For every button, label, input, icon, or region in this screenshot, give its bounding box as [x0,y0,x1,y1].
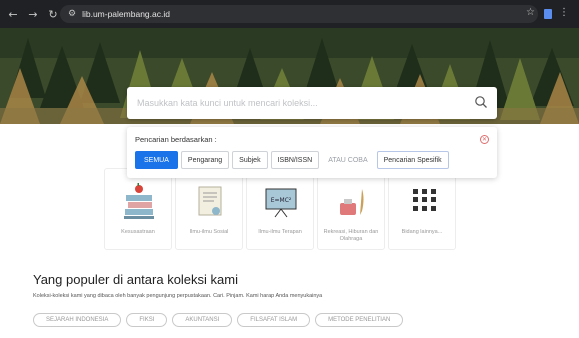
chip-sejarah-indonesia[interactable]: SEJARAH INDONESIA [33,313,122,327]
search-icon[interactable] [474,95,488,109]
chip-metode-penelitian[interactable]: METODE PENELITIAN [315,313,404,327]
chip-fiksi[interactable]: FIKSI [126,313,168,327]
bookmark-star-icon[interactable]: ☆ [526,7,535,18]
site-info-icon[interactable]: ⚙ [68,9,76,19]
url-text: lib.um-palembang.ac.id [82,9,170,19]
filter-panel: Pencarian berdasarkan : ✕ SEMUA Pengaran… [127,127,497,178]
reload-icon[interactable]: ↻ [46,7,60,21]
category-label: Bidang lainnya... [401,229,443,235]
browser-toolbar: ← → ↻ ⚙ lib.um-palembang.ac.id ☆ ⋮ [0,0,579,28]
grid-dots-icon [413,189,436,211]
filter-label: Pencarian berdasarkan : [135,135,217,144]
extension-icon[interactable] [544,9,552,19]
category-label: Ilmu-ilmu Terapan [258,229,302,235]
filter-isbn-button[interactable]: ISBN/ISSN [270,151,320,169]
formula-board-icon: E=MC² [265,188,297,218]
filter-author-button[interactable]: Pengarang [180,151,230,169]
search-box[interactable] [127,87,497,119]
category-card[interactable]: Rekreasi, Hiburan dan Olahraga [317,168,385,250]
category-label: Kesusastraan [121,229,155,235]
category-label: Ilmu-ilmu Sosial [189,229,229,235]
specific-search-button[interactable]: Pencarian Spesifik [376,151,449,169]
popular-subtitle: Koleksi-koleksi kami yang dibaca oleh ba… [33,293,323,299]
address-bar[interactable]: ⚙ lib.um-palembang.ac.id [60,5,538,23]
search-input[interactable] [137,98,457,108]
category-card[interactable]: Ilmu-ilmu Sosial [175,168,243,250]
certificate-icon [198,186,222,216]
filter-subject-button[interactable]: Subjek [232,151,268,169]
svg-text:E=MC²: E=MC² [271,197,292,204]
category-grid: Kesusastraan Ilmu-ilmu Sosial E=MC² Ilmu… [104,168,524,250]
popular-title: Yang populer di antara koleksi kami [33,272,238,287]
filter-options: SEMUA Pengarang Subjek ISBN/ISSN ATAU CO… [135,151,449,169]
back-icon[interactable]: ← [6,7,20,21]
filter-all-button[interactable]: SEMUA [135,151,178,169]
close-icon[interactable]: ✕ [480,135,489,144]
category-label: Rekreasi, Hiburan dan Olahraga [323,229,379,242]
menu-icon[interactable]: ⋮ [559,7,569,18]
forward-icon[interactable]: → [26,7,40,21]
or-try-label: ATAU COBA [322,151,374,169]
category-card[interactable]: Kesusastraan [104,168,172,250]
chip-filsafat-islam[interactable]: FILSAFAT ISLAM [237,313,311,327]
category-card[interactable]: E=MC² Ilmu-ilmu Terapan [246,168,314,250]
chip-akuntansi[interactable]: AKUNTANSI [172,313,233,327]
popular-chips: SEJARAH INDONESIA FIKSI AKUNTANSI FILSAF… [33,313,404,327]
ink-quill-icon [340,189,364,215]
books-icon [124,183,154,219]
category-card[interactable]: Bidang lainnya... [388,168,456,250]
